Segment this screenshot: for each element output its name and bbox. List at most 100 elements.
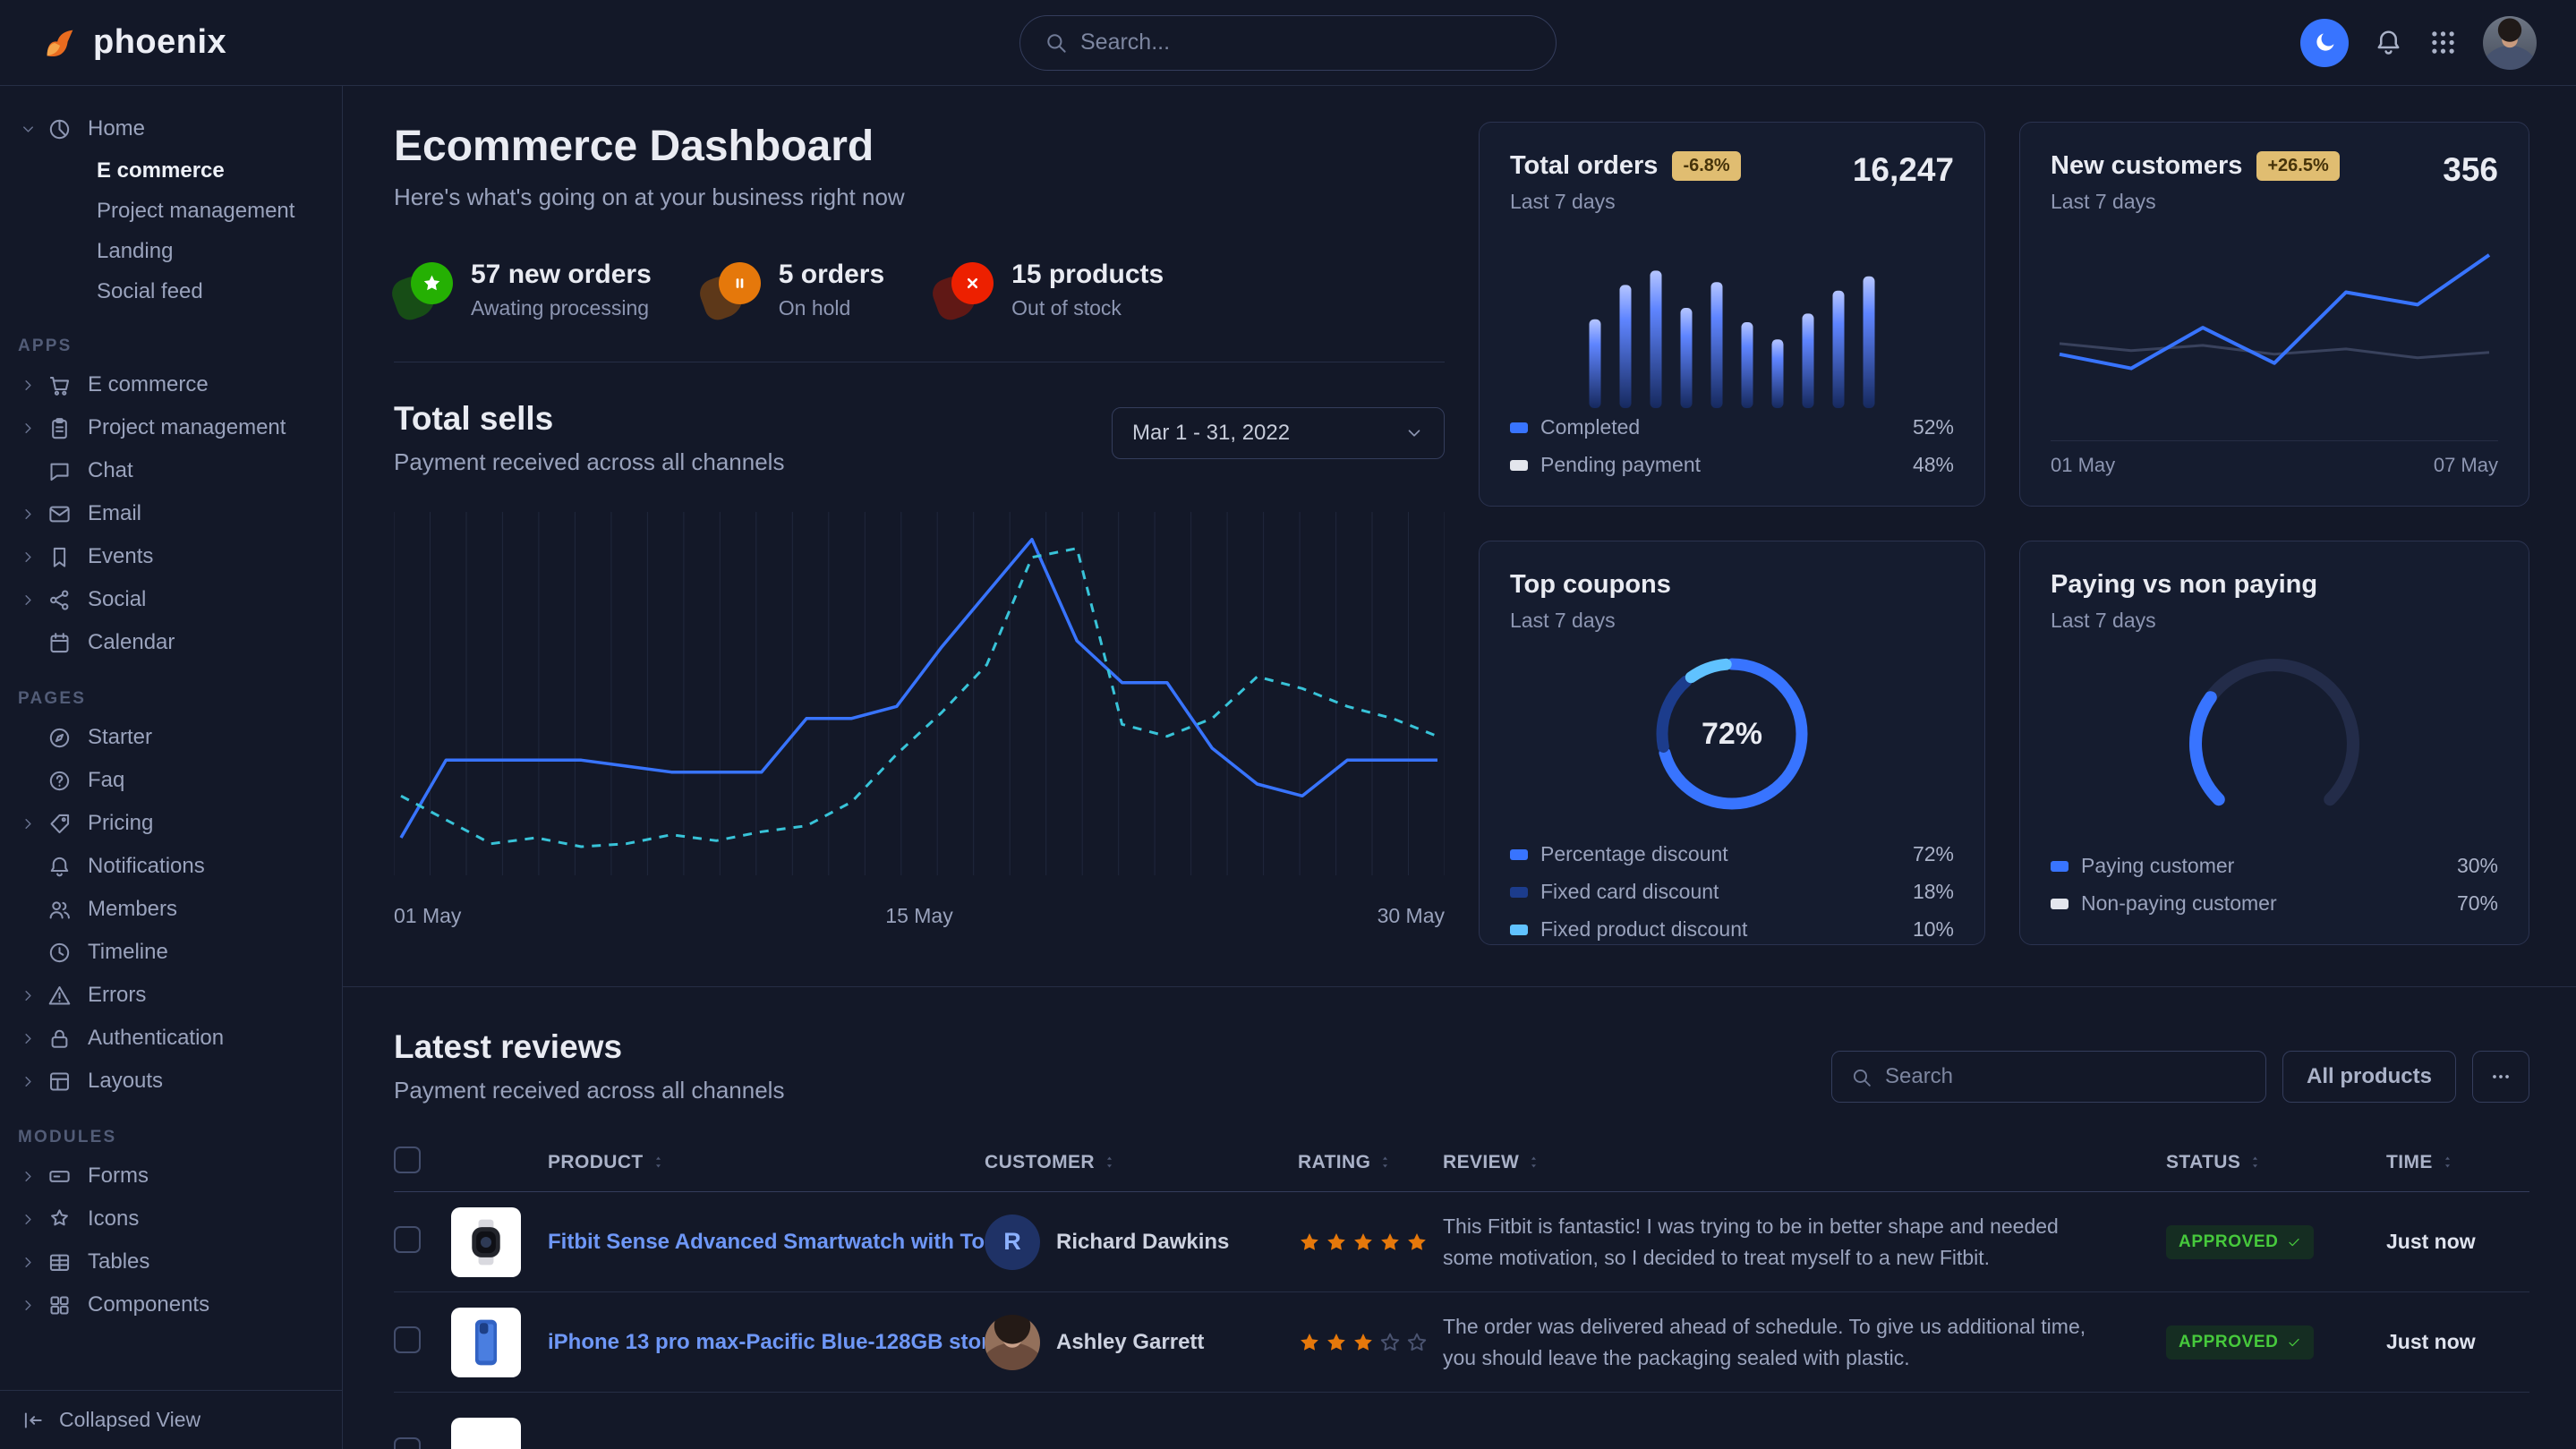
card-period: Last 7 days bbox=[1510, 609, 1954, 633]
sidebar-section-modules: MODULES bbox=[0, 1128, 342, 1147]
caret-spacer bbox=[16, 855, 39, 878]
sort-icon bbox=[1102, 1155, 1117, 1170]
check-icon bbox=[2287, 1335, 2301, 1350]
sidebar-item-authentication[interactable]: Authentication bbox=[0, 1017, 342, 1060]
sidebar-subitem-project-management[interactable]: Project management bbox=[0, 191, 342, 231]
pause-icon bbox=[719, 262, 761, 304]
sidebar-item-starter[interactable]: Starter bbox=[0, 716, 342, 759]
sidebar-item-components[interactable]: Components bbox=[0, 1283, 342, 1326]
sidebar-item-project-management[interactable]: Project management bbox=[0, 406, 342, 449]
sidebar-item-forms[interactable]: Forms bbox=[0, 1155, 342, 1198]
notifications-button[interactable] bbox=[2374, 28, 2403, 57]
legend-item: Pending payment 48% bbox=[1510, 453, 1954, 477]
global-search[interactable] bbox=[1019, 15, 1557, 71]
collapse-view-button[interactable]: Collapsed View bbox=[0, 1390, 342, 1449]
sidebar-item-e-commerce[interactable]: E commerce bbox=[0, 363, 342, 406]
sidebar-subitem-social-feed[interactable]: Social feed bbox=[0, 271, 342, 311]
cart-icon bbox=[45, 371, 73, 399]
top-coupons-card: Top coupons Last 7 days 72% Percentage d… bbox=[1479, 541, 1985, 945]
sidebar-item-chat[interactable]: Chat bbox=[0, 449, 342, 492]
stat-out-of-stock: 15 products Out of stock bbox=[934, 260, 1164, 320]
sidebar-section-apps: APPS bbox=[0, 337, 342, 356]
card-period: Last 7 days bbox=[2051, 609, 2498, 633]
product-link[interactable]: iPhone 13 pro max-Pacific Blue-128GB sto… bbox=[548, 1330, 985, 1355]
envelope-icon bbox=[45, 499, 73, 528]
total-sells-title: Total sells bbox=[394, 400, 784, 438]
star-filled-icon bbox=[1298, 1231, 1321, 1254]
select-all-checkbox[interactable] bbox=[394, 1146, 421, 1173]
card-period: Last 7 days bbox=[2051, 190, 2340, 214]
legend-item: Fixed card discount 18% bbox=[1510, 880, 1954, 904]
sidebar-item-calendar[interactable]: Calendar bbox=[0, 621, 342, 664]
row-checkbox[interactable] bbox=[394, 1326, 421, 1353]
bell-icon bbox=[2374, 28, 2403, 57]
column-header-status[interactable]: STATUS bbox=[2166, 1152, 2386, 1173]
bookmark-icon bbox=[45, 542, 73, 571]
sidebar-subitem-landing[interactable]: Landing bbox=[0, 231, 342, 271]
row-checkbox[interactable] bbox=[394, 1226, 421, 1253]
caret-right-icon bbox=[16, 502, 39, 525]
sidebar-item-social[interactable]: Social bbox=[0, 578, 342, 621]
sidebar-item-members[interactable]: Members bbox=[0, 888, 342, 931]
sidebar-item-layouts[interactable]: Layouts bbox=[0, 1060, 342, 1103]
sidebar-item-faq[interactable]: Faq bbox=[0, 759, 342, 802]
column-header-customer[interactable]: CUSTOMER bbox=[985, 1152, 1298, 1173]
sidebar-item-home[interactable]: Home bbox=[0, 107, 342, 150]
card-title: New customers bbox=[2051, 151, 2242, 181]
search-icon bbox=[1850, 1066, 1872, 1088]
brand-logo[interactable]: phoenix bbox=[39, 22, 226, 64]
card-title: Top coupons bbox=[1510, 570, 1954, 600]
sidebar-item-pricing[interactable]: Pricing bbox=[0, 802, 342, 845]
sidebar-item-errors[interactable]: Errors bbox=[0, 974, 342, 1017]
product-image bbox=[451, 1308, 521, 1377]
table-options-button[interactable] bbox=[2472, 1051, 2529, 1103]
latest-reviews-section: Latest reviews Payment received across a… bbox=[394, 1028, 2529, 1449]
sidebar-subitem-e-commerce[interactable]: E commerce bbox=[0, 150, 342, 191]
caret-spacer bbox=[16, 726, 39, 749]
avatar bbox=[985, 1315, 1040, 1370]
donut-center-value: 72% bbox=[1647, 649, 1817, 819]
column-header-time[interactable]: TIME bbox=[2386, 1152, 2529, 1173]
share-icon bbox=[45, 585, 73, 614]
paying-chart bbox=[2171, 647, 2377, 814]
legend-swatch bbox=[1510, 925, 1528, 935]
clock-icon bbox=[45, 938, 73, 967]
user-avatar[interactable] bbox=[2483, 16, 2537, 70]
caret-right-icon bbox=[16, 1164, 39, 1188]
column-header-review[interactable]: REVIEW bbox=[1443, 1152, 2166, 1173]
new-customers-card: New customers +26.5% Last 7 days 356 01 … bbox=[2019, 122, 2529, 507]
sidebar-item-icons[interactable]: Icons bbox=[0, 1198, 342, 1240]
star-filled-icon bbox=[1325, 1331, 1348, 1354]
legend-item: Non-paying customer 70% bbox=[2051, 891, 2498, 916]
caret-right-icon bbox=[16, 1207, 39, 1231]
top-coupons-chart: 72% bbox=[1647, 649, 1817, 819]
search-icon bbox=[1044, 30, 1068, 55]
column-header-rating[interactable]: RATING bbox=[1298, 1152, 1443, 1173]
sidebar-item-timeline[interactable]: Timeline bbox=[0, 931, 342, 974]
sidebar-item-notifications[interactable]: Notifications bbox=[0, 845, 342, 888]
theme-toggle-button[interactable] bbox=[2300, 19, 2349, 67]
sidebar-item-events[interactable]: Events bbox=[0, 535, 342, 578]
date-range-value: Mar 1 - 31, 2022 bbox=[1132, 421, 1290, 446]
row-checkbox[interactable] bbox=[394, 1437, 421, 1449]
all-products-button[interactable]: All products bbox=[2282, 1051, 2456, 1103]
section-divider bbox=[343, 986, 2576, 987]
caret-right-icon bbox=[16, 588, 39, 611]
global-search-input[interactable] bbox=[1080, 30, 1532, 55]
reviews-search[interactable] bbox=[1831, 1051, 2266, 1103]
product-image bbox=[451, 1418, 521, 1449]
legend-swatch bbox=[2051, 899, 2068, 909]
avatar: R bbox=[985, 1215, 1040, 1270]
reviews-search-input[interactable] bbox=[1885, 1064, 2248, 1089]
users-icon bbox=[45, 895, 73, 924]
column-header-product[interactable]: PRODUCT bbox=[548, 1152, 985, 1173]
star-filled-icon bbox=[1325, 1231, 1348, 1254]
date-range-select[interactable]: Mar 1 - 31, 2022 bbox=[1112, 407, 1445, 459]
product-link[interactable]: Fitbit Sense Advanced Smartwatch with To… bbox=[548, 1230, 985, 1255]
sidebar-item-tables[interactable]: Tables bbox=[0, 1240, 342, 1283]
sidebar-item-email[interactable]: Email bbox=[0, 492, 342, 535]
apps-grid-button[interactable] bbox=[2428, 28, 2458, 57]
new-customers-xlabels: 01 May 07 May bbox=[2051, 440, 2498, 477]
star-empty-icon bbox=[1405, 1331, 1429, 1354]
legend-swatch bbox=[1510, 887, 1528, 898]
